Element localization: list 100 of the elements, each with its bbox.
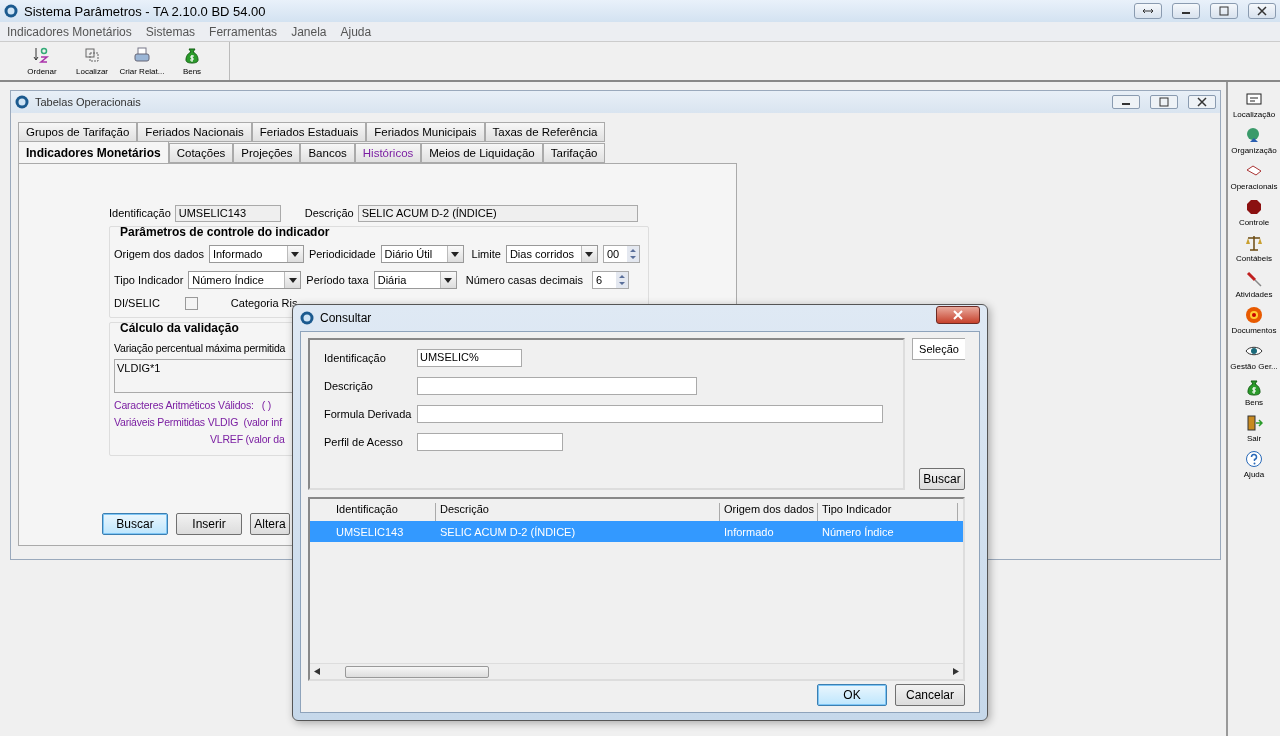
caret-icon [451,251,460,257]
dialog-title: Consultar [320,311,372,325]
sidebar-button[interactable]: Documentos [1231,306,1277,335]
form-button[interactable]: Inserir [176,513,242,535]
dialog-button[interactable]: Cancelar [895,684,965,706]
search-button[interactable]: Buscar [919,468,965,490]
tab[interactable]: Meios de Liquidação [421,143,543,163]
tab[interactable]: Grupos de Tarifação [18,122,138,142]
tab[interactable]: Seleção [912,338,965,360]
field-label: Descrição [304,207,354,219]
menu-item[interactable]: Ajuda [340,24,372,39]
menu-item[interactable]: Sistemas [145,24,196,39]
horizontal-scrollbar[interactable] [310,663,963,679]
field-label: Periodicidade [308,248,376,260]
dropdown[interactable]: Número Índice [188,271,302,289]
card-icon [1245,90,1263,108]
screwdriver-icon [1245,270,1263,288]
dropdown[interactable]: Diária [373,271,457,289]
table-cell-text: SELIC ACUM D-2 (ÍNDICE) [439,525,577,538]
menu-item[interactable]: Indicadores Monetários [7,24,132,39]
tab[interactable]: Indicadores Monetários [18,141,169,163]
toolbar-button[interactable]: Localizar [70,46,114,76]
scale-icon [1245,234,1263,252]
close-button[interactable] [936,306,980,324]
field-label: Perfil de Acesso [324,435,404,448]
number-spinner[interactable]: 6 [592,271,630,289]
sidebar-button[interactable]: Controle [1238,198,1270,227]
left-arrow-icon[interactable] [314,668,320,675]
form-button[interactable]: Altera [250,513,290,535]
sidebar-button[interactable]: Gestão Ger... [1230,342,1278,371]
sidebar-button[interactable]: Operacionais [1230,162,1278,191]
caret-icon [288,277,297,283]
close-icon[interactable] [1256,6,1268,16]
right-arrow-icon[interactable] [953,668,959,675]
field-label: Identificação [324,351,387,364]
input-field[interactable] [417,432,563,451]
hint-text: Variáveis Permitidas VLDIG (valor inf [114,415,282,428]
field-label: Formula Derivada [324,407,413,420]
field-label: Tipo Indicador [114,274,184,286]
sidebar-button[interactable]: Ajuda [1243,450,1265,479]
menu-item[interactable]: Janela [291,24,327,39]
target-icon [1245,306,1263,324]
money-bag-icon [1245,378,1263,396]
dialog-button[interactable]: OK [817,684,887,706]
stop-sign-icon [1245,198,1263,216]
sidebar-button[interactable]: Atividades [1235,270,1273,299]
arrows-icon[interactable] [1142,6,1154,16]
close-icon [953,310,963,320]
tab[interactable]: Tarifação [542,143,606,163]
table-cell-text: UMSELIC143 [335,525,405,538]
table-cell-text: Informado [723,525,775,538]
field-label: DI/SELIC [114,297,160,309]
number-spinner[interactable]: 00 [602,245,640,263]
field-label: Limite [471,248,501,260]
tab[interactable]: Bancos [300,143,355,163]
maximize-icon[interactable] [1158,97,1170,107]
tab[interactable]: Feriados Nacionais [137,122,252,142]
spinner-arrows-icon [616,272,629,288]
app-logo-icon [300,311,314,325]
tab[interactable]: Taxas de Referência [484,122,606,142]
toolbar-button[interactable]: Ordenar [20,46,64,76]
form-button[interactable]: Buscar [102,513,168,535]
menu-item[interactable]: Ferramentas [209,24,278,39]
caret-icon [291,251,300,257]
dropdown[interactable]: Informado [208,245,304,263]
sidebar-button[interactable]: Localização [1232,90,1276,119]
table-cell-text: Número Índice [821,525,895,538]
tab[interactable]: Feriados Estaduais [251,122,367,142]
sidebar-button[interactable]: Bens [1244,378,1264,407]
maximize-icon[interactable] [1218,6,1230,16]
group-title: Parâmetros de controle do indicador [119,225,331,241]
toolbar-button[interactable]: Criar Relat... [120,46,164,76]
caret-icon [444,277,453,283]
dropdown[interactable]: Diário Útil [380,245,464,263]
sort-icon [33,46,51,64]
sidebar-button[interactable]: Sair [1245,414,1263,443]
close-icon[interactable] [1196,97,1208,107]
id-field[interactable]: UMSELIC143 [174,204,281,222]
sidebar-button[interactable]: Contábeis [1236,234,1272,263]
description-field[interactable]: SELIC ACUM D-2 (ÍNDICE) [357,204,638,222]
window-title: Sistema Parâmetros - TA 2.10.0 BD 54.00 [24,3,266,19]
caret-icon [585,251,594,257]
door-exit-icon [1245,414,1263,432]
printer-icon [133,46,151,64]
tab[interactable]: Projeções [233,143,301,163]
toolbar-button[interactable]: Bens [170,46,214,76]
field-label: Descrição [324,379,374,392]
sidebar-button[interactable]: Organização [1231,126,1277,155]
window-title: Tabelas Operacionais [35,96,141,108]
tab[interactable]: Cotações [168,143,234,163]
dropdown[interactable]: Dias corridos [505,245,598,263]
input-field[interactable]: UMSELIC% [417,348,522,367]
input-field[interactable] [417,376,697,395]
tab[interactable]: Feriados Municipais [366,122,485,142]
checkbox[interactable] [184,296,198,310]
group-title: Cálculo da validação [119,321,240,337]
tab[interactable]: Históricos [354,143,422,163]
money-bag-icon [183,46,201,64]
input-field[interactable] [417,404,883,423]
field-label: Variação percentual máxima permitida [114,342,286,354]
